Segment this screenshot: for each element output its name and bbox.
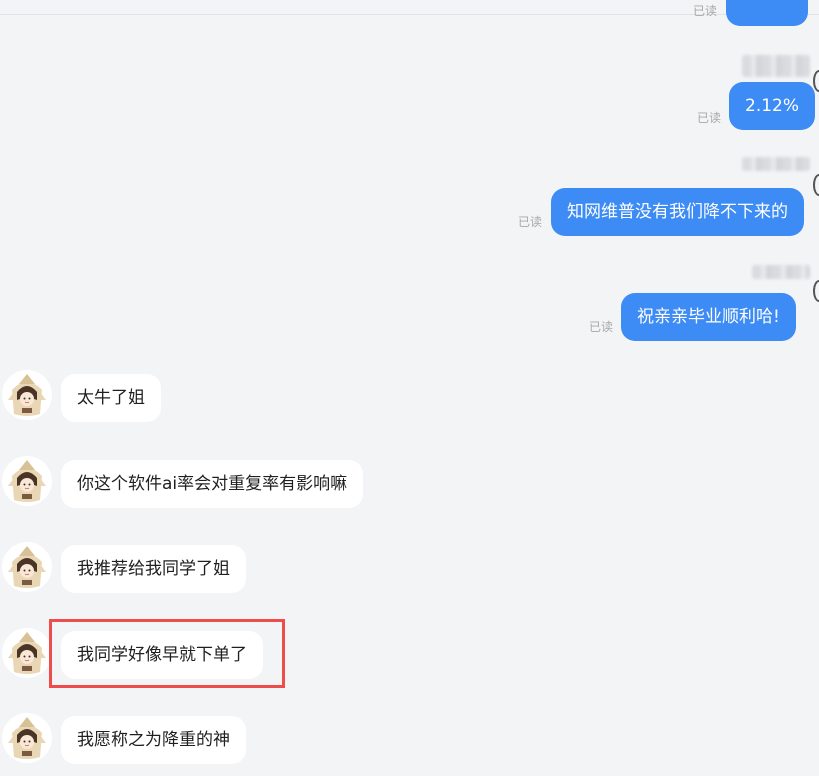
read-status: 已读: [518, 215, 543, 229]
read-status: 已读: [589, 320, 614, 334]
cartoon-girl-avatar-icon[interactable]: [2, 542, 52, 592]
incoming-message[interactable]: 太牛了姐: [61, 374, 161, 422]
outgoing-message[interactable]: 知网维普没有我们降不下来的: [551, 188, 804, 236]
sender-name-blurred: [752, 265, 810, 279]
read-status: 已读: [697, 111, 722, 125]
cartoon-girl-avatar-icon[interactable]: [2, 713, 52, 763]
sender-avatar-edge: [813, 174, 819, 196]
chat-window: 已读 已读 2.12% 已读 知网维普没有我们降不下来的 已读 祝亲亲毕业顺利哈…: [0, 0, 819, 776]
incoming-message[interactable]: 你这个软件ai率会对重复率有影响嘛: [61, 460, 364, 508]
outgoing-message[interactable]: 祝亲亲毕业顺利哈!: [621, 293, 796, 341]
sender-name-blurred: [742, 157, 810, 171]
outgoing-message[interactable]: 2.12%: [729, 82, 816, 130]
cartoon-girl-avatar-icon[interactable]: [2, 628, 52, 678]
read-status-partial: 已读: [693, 4, 718, 16]
sender-avatar-edge: [813, 280, 819, 302]
outgoing-message-partial[interactable]: [726, 0, 808, 26]
incoming-message[interactable]: 我愿称之为降重的神: [61, 716, 246, 764]
red-highlight-box: [49, 619, 285, 688]
cartoon-girl-avatar-icon[interactable]: [2, 456, 52, 506]
sender-name-blurred: [742, 55, 810, 77]
cartoon-girl-avatar-icon[interactable]: [2, 370, 52, 420]
sender-avatar-edge: [813, 70, 819, 92]
incoming-message[interactable]: 我推荐给我同学了姐: [61, 545, 246, 593]
